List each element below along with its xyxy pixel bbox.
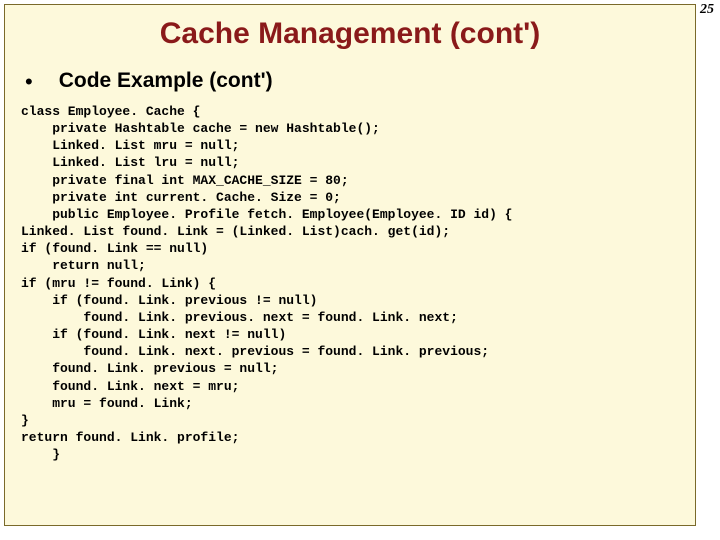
slide-container: Cache Management (cont') • Code Example … [4,4,696,526]
subheading-text: Code Example (cont') [59,69,273,93]
slide-title: Cache Management (cont') [19,17,681,51]
page-number: 25 [700,2,714,18]
code-block: class Employee. Cache { private Hashtabl… [21,103,681,463]
subheading-row: • Code Example (cont') [25,69,681,93]
bullet-icon: • [25,69,33,93]
